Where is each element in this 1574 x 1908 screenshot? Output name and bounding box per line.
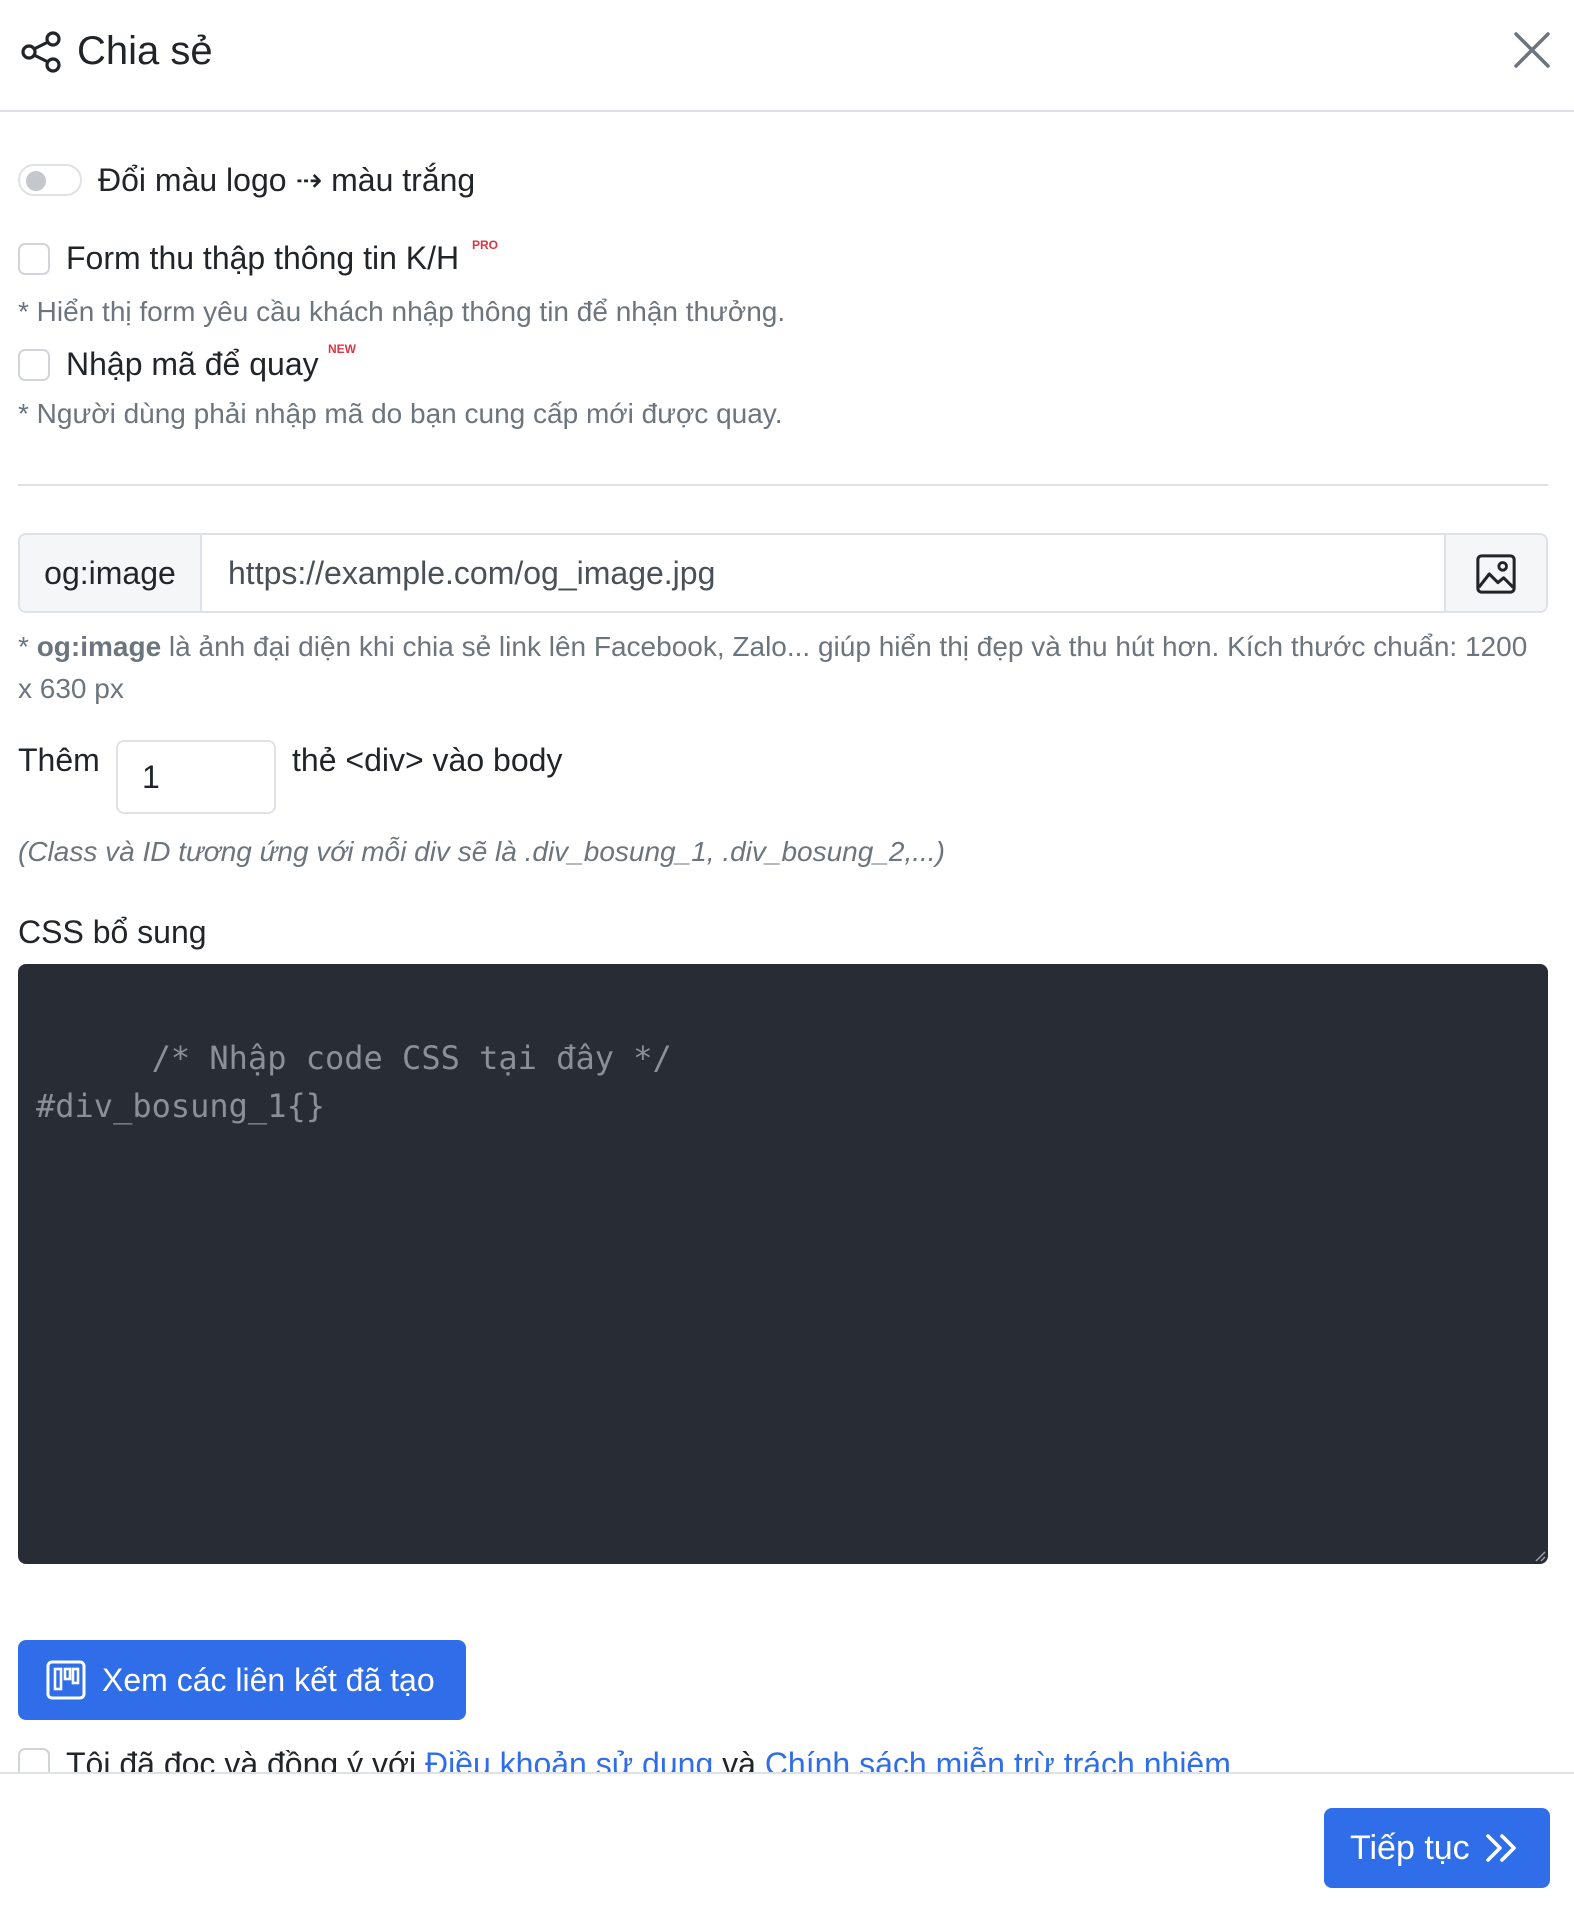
new-badge: NEW bbox=[328, 342, 356, 356]
og-image-input-group: og:image https://example.com/og_image.jp… bbox=[18, 533, 1548, 613]
agreement-and: và bbox=[713, 1746, 765, 1772]
share-icon bbox=[21, 31, 61, 73]
customer-form-option: Form thu thập thông tin K/H PRO bbox=[18, 236, 918, 280]
logo-color-switch-label: Đổi màu logo ⇢ màu trắng bbox=[98, 162, 476, 198]
close-icon[interactable] bbox=[1510, 28, 1554, 72]
customer-form-label: Form thu thập thông tin K/H bbox=[66, 240, 460, 276]
customer-form-checkbox[interactable] bbox=[18, 243, 50, 275]
dialog-title: Chia sẻ bbox=[77, 29, 213, 73]
div-count-input[interactable]: 1 bbox=[116, 740, 276, 814]
agreement-text: Tôi đã đọc và đồng ý với Điều khoản sử d… bbox=[66, 1742, 1231, 1772]
resize-grip-icon[interactable] bbox=[1534, 1550, 1546, 1562]
view-links-label: Xem các liên kết đã tạo bbox=[102, 1662, 435, 1698]
og-image-url-input[interactable]: https://example.com/og_image.jpg bbox=[204, 535, 1444, 611]
css-editor-placeholder: /* Nhập code CSS tại đây */ #div_bosung_… bbox=[36, 1039, 672, 1125]
spin-code-option: Nhập mã để quay NEW bbox=[18, 342, 918, 386]
chevron-double-right-icon bbox=[1486, 1834, 1516, 1862]
div-class-hint: (Class và ID tương ứng với mỗi div sẽ là… bbox=[18, 836, 945, 867]
dialog-body: Đổi màu logo ⇢ màu trắng Form thu thập t… bbox=[18, 112, 1548, 1772]
terms-link[interactable]: Điều khoản sử dụng bbox=[425, 1746, 713, 1772]
continue-button[interactable]: Tiếp tục bbox=[1324, 1808, 1550, 1888]
css-label: CSS bổ sung bbox=[18, 914, 207, 950]
spin-code-hint: * Người dùng phải nhập mã do bạn cung cấ… bbox=[18, 398, 783, 429]
section-divider bbox=[18, 484, 1548, 486]
spin-code-label: Nhập mã để quay bbox=[66, 346, 319, 382]
customer-form-hint: * Hiển thị form yêu cầu khách nhập thông… bbox=[18, 296, 786, 327]
view-links-button[interactable]: Xem các liên kết đã tạo bbox=[18, 1640, 466, 1720]
og-image-prefix: og:image bbox=[20, 535, 202, 611]
logo-color-switch[interactable] bbox=[18, 164, 82, 196]
agreement-row: Tôi đã đọc và đồng ý với Điều khoản sử d… bbox=[18, 1746, 1318, 1772]
og-image-hint-bold: og:image bbox=[36, 631, 162, 662]
policy-link[interactable]: Chính sách miễn trừ trách nhiệm bbox=[765, 1746, 1231, 1772]
dialog-footer: Tiếp tục bbox=[0, 1772, 1574, 1908]
css-editor[interactable]: /* Nhập code CSS tại đây */ #div_bosung_… bbox=[18, 964, 1548, 1564]
pick-image-button[interactable] bbox=[1444, 535, 1546, 611]
kanban-icon bbox=[46, 1660, 86, 1700]
div-tags-row: Thêm 1 thẻ <div> vào body bbox=[18, 738, 818, 818]
div-tags-prefix: Thêm bbox=[18, 742, 100, 778]
logo-color-switch-row: Đổi màu logo ⇢ màu trắng bbox=[18, 160, 918, 204]
og-image-hint: * og:image là ảnh đại diện khi chia sẻ l… bbox=[18, 631, 1528, 704]
og-image-hint-text: là ảnh đại diện khi chia sẻ link lên Fac… bbox=[18, 631, 1528, 704]
continue-label: Tiếp tục bbox=[1350, 1829, 1470, 1867]
agreement-prefix: Tôi đã đọc và đồng ý với bbox=[66, 1746, 425, 1772]
switch-knob bbox=[26, 171, 46, 191]
agreement-checkbox[interactable] bbox=[18, 1748, 50, 1772]
pro-badge: PRO bbox=[472, 238, 499, 252]
share-dialog: Chia sẻ Đổi màu logo ⇢ màu trắng Form th… bbox=[0, 0, 1574, 1908]
image-icon bbox=[1476, 554, 1516, 594]
dialog-header: Chia sẻ bbox=[0, 0, 1574, 112]
spin-code-checkbox[interactable] bbox=[18, 349, 50, 381]
div-tags-suffix: thẻ <div> vào body bbox=[292, 742, 563, 778]
